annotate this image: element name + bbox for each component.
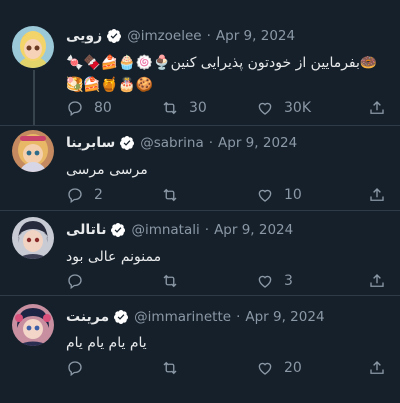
handle[interactable]: @immarinette (134, 309, 231, 325)
display-name[interactable]: زویی (66, 28, 102, 44)
timestamp[interactable]: Apr 9, 2024 (245, 309, 324, 325)
retweet-count: 30 (189, 100, 207, 116)
heart-icon (258, 275, 272, 288)
share-button[interactable] (368, 272, 386, 290)
tweet-header: زویی @imzoelee · Apr 9, 2024 (66, 28, 295, 44)
reply-button[interactable] (66, 272, 161, 290)
tweet-text: مرسی مرسی (66, 162, 148, 178)
handle[interactable]: @imnatali (131, 222, 199, 238)
like-count: 3 (284, 273, 293, 289)
retweet-button[interactable] (161, 359, 256, 377)
display-name[interactable]: مرینت (66, 309, 109, 325)
timestamp[interactable]: Apr 9, 2024 (216, 28, 295, 44)
heart-icon (258, 102, 272, 115)
tweet-text: یام یام یام یام (66, 335, 147, 351)
verified-badge-icon (120, 136, 135, 150)
share-icon (370, 361, 384, 374)
handle[interactable]: @sabrina (140, 135, 204, 151)
heart-icon (258, 189, 272, 202)
avatar[interactable] (12, 304, 54, 346)
retweet-button[interactable] (161, 272, 256, 290)
share-button[interactable] (368, 359, 386, 377)
reply-count: 80 (94, 100, 112, 116)
separator-dot: · (208, 135, 214, 151)
timestamp[interactable]: Apr 9, 2024 (214, 222, 293, 238)
like-count: 20 (284, 360, 302, 376)
like-button[interactable]: 10 (256, 186, 341, 204)
display-name[interactable]: سابرینا (66, 135, 115, 151)
reply-button[interactable]: 80 (66, 99, 161, 117)
retweet-icon (163, 361, 177, 375)
like-count: 30K (284, 100, 311, 116)
separator-dot: · (206, 28, 211, 44)
share-button[interactable] (368, 186, 386, 204)
retweet-icon (163, 188, 177, 202)
heart-icon (258, 362, 272, 375)
retweet-icon (163, 101, 177, 115)
tweet[interactable]: سابرینا @sabrina · Apr 9, 2024 مرسی مرسی… (0, 126, 400, 210)
verified-badge-icon (111, 223, 126, 237)
reply-icon (68, 361, 82, 377)
like-button[interactable]: 20 (256, 359, 341, 377)
tweet-actions: 3 (66, 272, 388, 290)
reply-button[interactable]: 2 (66, 186, 161, 204)
tweet-text-line-2: 🍡🍰🍯🎂🍪 (66, 77, 154, 93)
retweet-button[interactable]: 30 (161, 99, 256, 117)
handle[interactable]: @imzoelee (127, 28, 201, 44)
tweet-actions: 2 10 (66, 186, 388, 204)
avatar[interactable] (12, 130, 54, 172)
reply-button[interactable] (66, 359, 161, 377)
avatar[interactable] (12, 217, 54, 259)
share-button[interactable] (368, 99, 386, 117)
tweet-actions: 80 30 30K (66, 99, 388, 117)
timestamp[interactable]: Apr 9, 2024 (218, 135, 297, 151)
tweet-header: سابرینا @sabrina · Apr 9, 2024 (66, 135, 297, 151)
tweet[interactable]: مرینت @immarinette · Apr 9, 2024 یام یام… (0, 296, 400, 403)
tweet-thread: زویی @imzoelee · Apr 9, 2024 🍩بفرمایین ا… (0, 0, 400, 403)
retweet-icon (163, 274, 177, 288)
share-icon (370, 188, 384, 201)
reply-icon (68, 188, 82, 204)
reply-count: 2 (94, 187, 103, 203)
reply-icon (68, 101, 82, 117)
reply-icon (68, 274, 82, 290)
tweet[interactable]: ناتالی @imnatali · Apr 9, 2024 ممنونم عا… (0, 211, 400, 295)
like-button[interactable]: 3 (256, 272, 341, 290)
share-icon (370, 101, 384, 114)
display-name[interactable]: ناتالی (66, 222, 106, 238)
tweet-header: مرینت @immarinette · Apr 9, 2024 (66, 309, 325, 325)
thread-connector (33, 70, 35, 125)
share-icon (370, 274, 384, 287)
tweet-header: ناتالی @imnatali · Apr 9, 2024 (66, 222, 293, 238)
tweet-text: ممنونم عالی بود (66, 249, 162, 265)
like-button[interactable]: 30K (256, 99, 341, 117)
retweet-button[interactable] (161, 186, 256, 204)
verified-badge-icon (114, 310, 129, 324)
tweet-actions: 20 (66, 359, 388, 377)
like-count: 10 (284, 187, 302, 203)
verified-badge-icon (107, 29, 122, 43)
avatar[interactable] (12, 26, 54, 68)
tweet[interactable]: زویی @imzoelee · Apr 9, 2024 🍩بفرمایین ا… (0, 0, 400, 125)
separator-dot: · (236, 309, 241, 325)
separator-dot: · (204, 222, 210, 238)
